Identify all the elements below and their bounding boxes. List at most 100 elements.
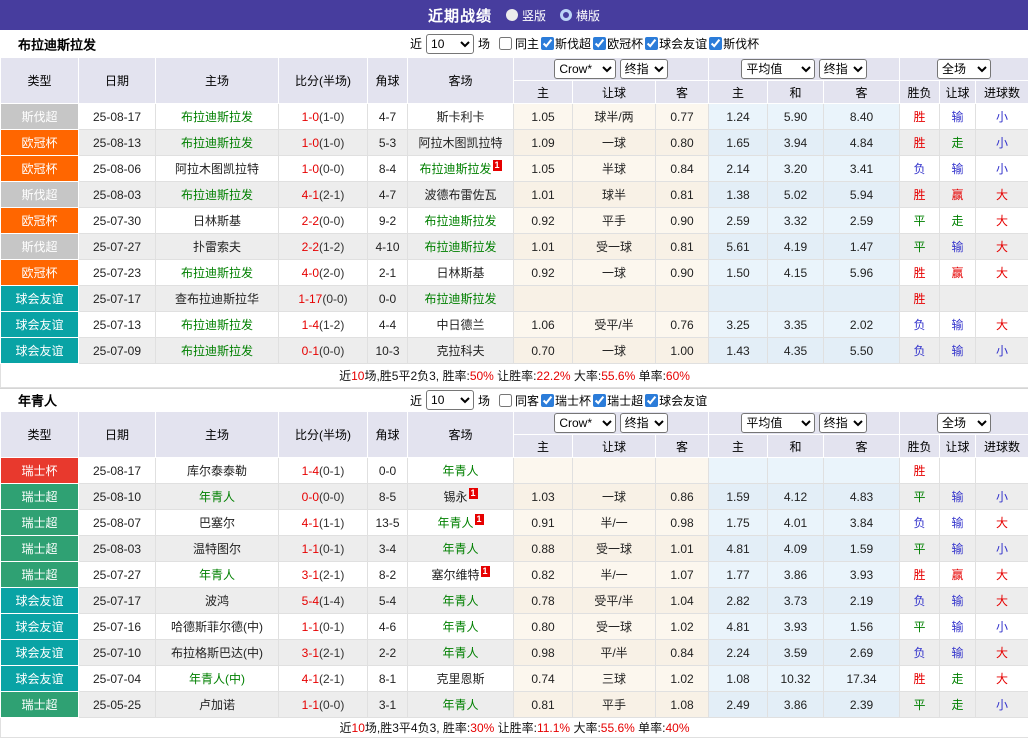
half-time-score: (0-1) bbox=[319, 542, 344, 556]
league-filter-0[interactable]: 斯伐超 bbox=[539, 35, 591, 52]
home-team-name[interactable]: 卢加诺 bbox=[199, 698, 235, 712]
league-filter-3[interactable]: 斯伐杯 bbox=[707, 35, 759, 52]
scope-select[interactable]: 全场 bbox=[937, 59, 991, 79]
away-team-name[interactable]: 斯卡利卡 bbox=[436, 110, 484, 124]
same-venue-filter[interactable]: 同客 bbox=[490, 392, 539, 409]
away-team-name[interactable]: 布拉迪斯拉发 bbox=[424, 240, 496, 254]
home-team-name[interactable]: 年青人 bbox=[199, 568, 235, 582]
match-row: 瑞士杯25-08-17库尔泰泰勒1-4(0-1)0-0年青人胜 bbox=[1, 458, 1028, 484]
away-team-name[interactable]: 阿拉木图凯拉特 bbox=[418, 136, 502, 150]
odds-source-select[interactable]: Crow* bbox=[554, 59, 616, 79]
average-select[interactable]: 平均值 bbox=[741, 413, 815, 433]
league-filter-2[interactable]: 球会友谊 bbox=[643, 35, 707, 52]
home-team-name[interactable]: 波鸿 bbox=[205, 594, 229, 608]
away-team-name[interactable]: 克里恩斯 bbox=[436, 672, 484, 686]
home-team-cell: 查布拉迪斯拉华 bbox=[156, 286, 279, 312]
home-team-name[interactable]: 查布拉迪斯拉华 bbox=[175, 292, 259, 306]
home-team-name[interactable]: 年青人(中) bbox=[189, 672, 245, 686]
away-team-name[interactable]: 波德布雷佐瓦 bbox=[424, 188, 496, 202]
goals-result: 大 bbox=[976, 562, 1028, 588]
league-filter-checkbox[interactable] bbox=[593, 394, 606, 407]
same-venue-checkbox[interactable] bbox=[499, 394, 512, 407]
away-team-cell: 斯卡利卡 bbox=[408, 104, 514, 130]
header-sub-col-5: 客 bbox=[824, 81, 900, 104]
average-odds-away bbox=[824, 286, 900, 312]
handicap-odds-line: 一球 bbox=[573, 260, 656, 286]
score-cell: 1-1(0-1) bbox=[279, 614, 368, 640]
away-team-name[interactable]: 年青人 bbox=[437, 516, 473, 530]
home-team-name[interactable]: 巴塞尔 bbox=[199, 516, 235, 530]
home-team-name[interactable]: 扑雷索夫 bbox=[193, 240, 241, 254]
home-team-name[interactable]: 阿拉木图凯拉特 bbox=[175, 162, 259, 176]
home-team-name[interactable]: 布拉迪斯拉发 bbox=[181, 188, 253, 202]
full-time-score: 4-0 bbox=[302, 266, 319, 280]
full-time-score: 4-1 bbox=[302, 188, 319, 202]
home-team-name[interactable]: 布拉格斯巴达(中) bbox=[171, 646, 263, 660]
away-team-name[interactable]: 年青人 bbox=[442, 620, 478, 634]
league-filter-checkbox[interactable] bbox=[593, 37, 606, 50]
league-filter-checkbox[interactable] bbox=[541, 37, 554, 50]
odds-final-select[interactable]: 终指 bbox=[620, 59, 668, 79]
average-odds-home: 3.25 bbox=[709, 312, 768, 338]
away-team-name[interactable]: 克拉科夫 bbox=[436, 344, 484, 358]
away-team-name[interactable]: 年青人 bbox=[442, 698, 478, 712]
league-filter-1[interactable]: 瑞士超 bbox=[591, 392, 643, 409]
home-team-name[interactable]: 年青人 bbox=[199, 490, 235, 504]
home-team-name[interactable]: 布拉迪斯拉发 bbox=[181, 318, 253, 332]
average-odds-away bbox=[824, 458, 900, 484]
league-filter-checkbox[interactable] bbox=[645, 394, 658, 407]
same-venue-filter[interactable]: 同主 bbox=[490, 35, 539, 52]
odds-source-select[interactable]: Crow* bbox=[554, 413, 616, 433]
average-select[interactable]: 平均值 bbox=[741, 59, 815, 79]
home-team-cell-content: 布拉迪斯拉发 bbox=[181, 344, 253, 358]
away-team-name[interactable]: 年青人 bbox=[442, 542, 478, 556]
goals-result: 大 bbox=[976, 588, 1028, 614]
away-team-name[interactable]: 中日德兰 bbox=[436, 318, 484, 332]
radio-horizontal-label: 横版 bbox=[576, 7, 600, 24]
home-team-name[interactable]: 布拉迪斯拉发 bbox=[181, 136, 253, 150]
header-scope-group: 全场 bbox=[900, 412, 1028, 435]
odds-final-select[interactable]: 终指 bbox=[620, 413, 668, 433]
league-filter-checkbox[interactable] bbox=[541, 394, 554, 407]
home-team-name[interactable]: 日林斯基 bbox=[193, 214, 241, 228]
home-team-cell: 布拉迪斯拉发 bbox=[156, 104, 279, 130]
away-team-name[interactable]: 布拉迪斯拉发 bbox=[419, 162, 491, 176]
away-team-name[interactable]: 年青人 bbox=[442, 464, 478, 478]
radio-horizontal-layout[interactable]: 横版 bbox=[560, 7, 600, 24]
away-team-name[interactable]: 锡永 bbox=[443, 490, 467, 504]
away-team-name[interactable]: 布拉迪斯拉发 bbox=[424, 292, 496, 306]
match-count-select[interactable]: 10 bbox=[426, 390, 474, 410]
same-venue-checkbox[interactable] bbox=[499, 37, 512, 50]
home-team-name[interactable]: 哈德斯菲尔德(中) bbox=[171, 620, 263, 634]
away-team-name[interactable]: 日林斯基 bbox=[436, 266, 484, 280]
handicap-result: 走 bbox=[940, 666, 976, 692]
away-team-cell-content: 年青人 bbox=[442, 646, 478, 660]
summary-stat-label: 大率: bbox=[570, 721, 601, 735]
match-count-select[interactable]: 10 bbox=[426, 34, 474, 54]
home-team-name[interactable]: 库尔泰泰勒 bbox=[187, 464, 247, 478]
away-team-name[interactable]: 年青人 bbox=[442, 594, 478, 608]
league-filter-checkbox[interactable] bbox=[645, 37, 658, 50]
average-final-select[interactable]: 终指 bbox=[819, 59, 867, 79]
radio-vertical-layout[interactable]: 竖版 bbox=[506, 7, 546, 24]
league-filter-2[interactable]: 球会友谊 bbox=[643, 392, 707, 409]
home-team-name[interactable]: 温特图尔 bbox=[193, 542, 241, 556]
away-team-name[interactable]: 塞尔维特 bbox=[431, 568, 479, 582]
goals-result: 小 bbox=[976, 484, 1028, 510]
away-team-name[interactable]: 年青人 bbox=[442, 646, 478, 660]
league-filter-1[interactable]: 欧冠杯 bbox=[591, 35, 643, 52]
handicap-odds-home: 0.88 bbox=[514, 536, 573, 562]
away-team-name[interactable]: 布拉迪斯拉发 bbox=[424, 214, 496, 228]
win-draw-loss-result: 胜 bbox=[900, 666, 940, 692]
header-sub-col-8: 进球数 bbox=[976, 81, 1028, 104]
league-filter-0[interactable]: 瑞士杯 bbox=[539, 392, 591, 409]
league-badge: 瑞士超 bbox=[1, 484, 79, 510]
home-team-name[interactable]: 布拉迪斯拉发 bbox=[181, 110, 253, 124]
league-filter-checkbox[interactable] bbox=[709, 37, 722, 50]
match-date: 25-07-17 bbox=[79, 588, 156, 614]
scope-select[interactable]: 全场 bbox=[937, 413, 991, 433]
average-final-select[interactable]: 终指 bbox=[819, 413, 867, 433]
home-team-name[interactable]: 布拉迪斯拉发 bbox=[181, 266, 253, 280]
home-team-name[interactable]: 布拉迪斯拉发 bbox=[181, 344, 253, 358]
home-team-cell: 年青人 bbox=[156, 484, 279, 510]
